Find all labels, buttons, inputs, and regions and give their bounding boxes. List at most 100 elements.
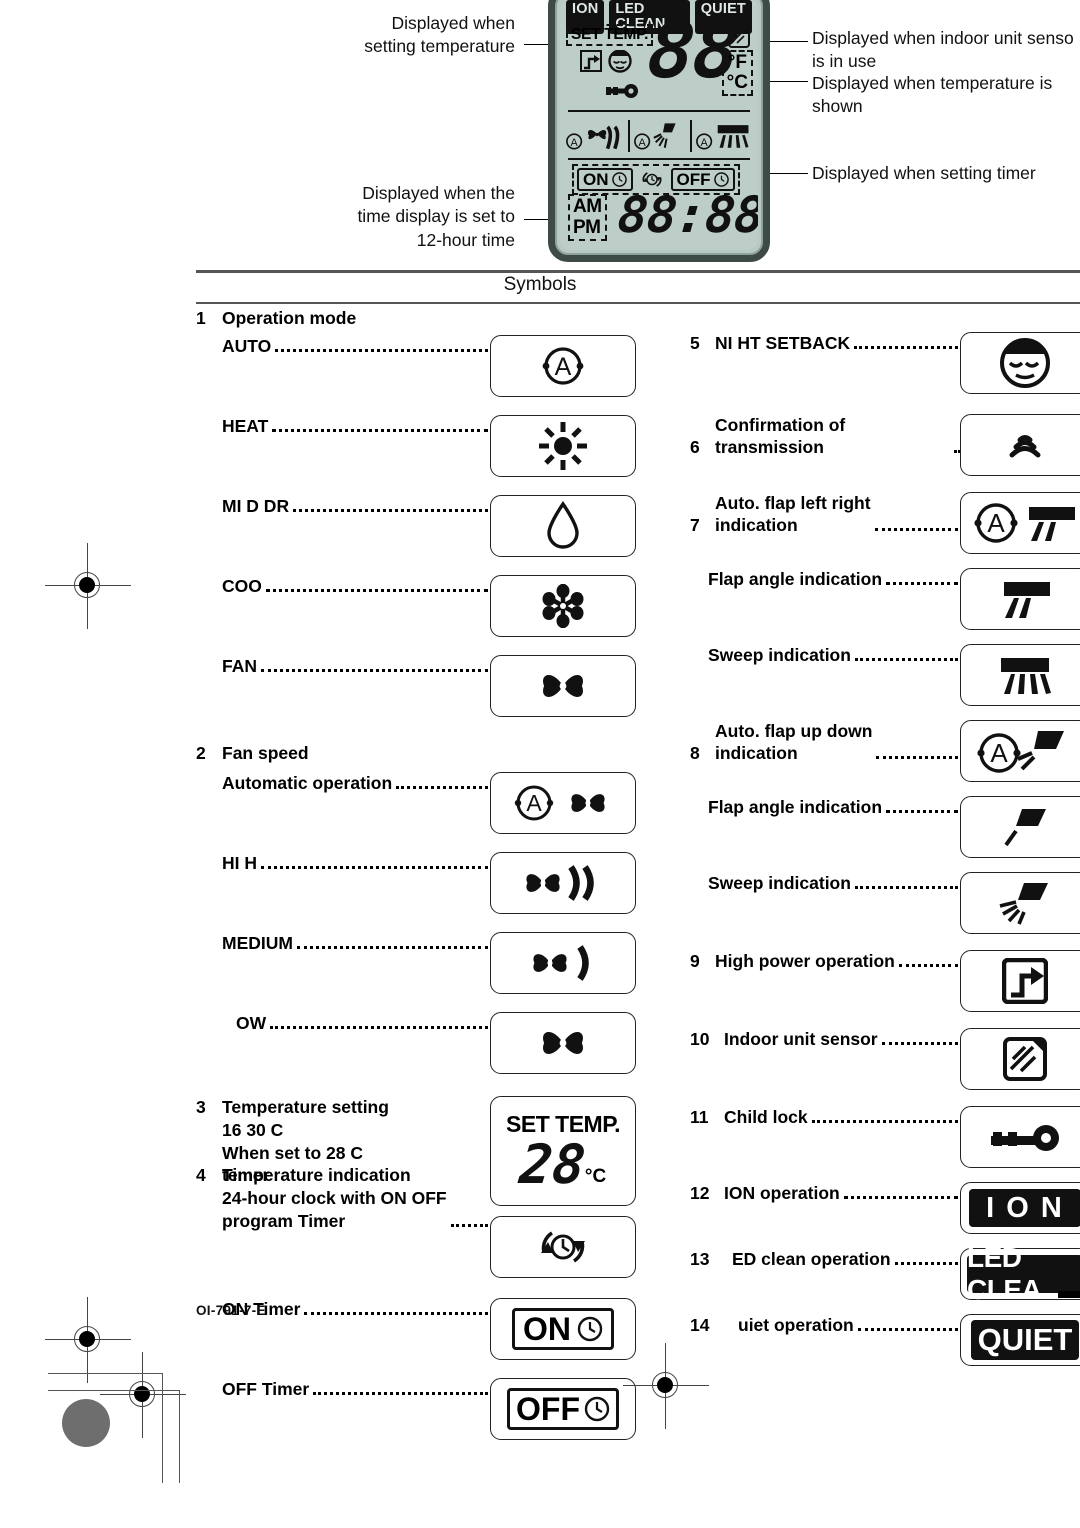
high-power-icon [580,50,602,72]
symbols-section-title: Symbols [503,274,577,295]
symbol-box-transmission [960,414,1080,476]
lcd-divider-v1 [627,120,630,152]
annotation-temp-shown: Displayed when temperature is shown [812,73,1053,117]
symbol-box-child-lock [960,1106,1080,1168]
symbol-box-program-timer [490,1216,636,1278]
symbol-box-fan-medium [490,932,636,994]
item-number-7: 7 [690,515,700,536]
leader-dots [857,1328,958,1332]
symbol-row-sweep-ud: Sweep indication [690,872,1080,934]
symbol-row-high-power: 9 High power operation [690,950,1080,1012]
item-number-12: 12 [690,1183,710,1203]
section-number: 2 [196,743,206,763]
lcd-clock-value: 88:88 [615,186,758,244]
registration-mark-left [45,543,131,629]
row-label-ion: ION operation [724,1183,840,1203]
symbols-rule-top [196,270,1080,273]
symbol-row-low: OW [196,1012,636,1074]
on-timer-icon: ON [512,1308,614,1350]
row-label-low: OW [236,1013,267,1033]
led-clean-badge-icon: LED CLEA [967,1242,1080,1305]
symbol-row-auto-flap-ud: 8 Auto. flap up down indication A [690,720,1080,782]
leader-dots [886,582,958,586]
section-number: 4 [196,1165,206,1185]
row-label-quiet: uiet operation [738,1315,854,1335]
fan-icon [543,675,583,697]
auto-flap-ud-icon: A [977,731,1064,773]
leader-dots [886,810,958,814]
svg-text:A: A [555,353,572,381]
symbol-box-quiet: QUIET [960,1314,1080,1366]
row-label-night-setback: NI HT SETBACK [715,333,851,353]
symbol-box-indoor-sensor [960,1028,1080,1090]
row-label-flap-angle-ud: Flap angle indication [708,797,883,817]
item-number-14: 14 [690,1315,710,1335]
lcd-screen: ION LED CLEAN QUIET SET TEMP. 88 °F °C A… [560,0,758,250]
document-code: OI-791-7-E [196,1303,266,1318]
clock-icon [713,172,729,187]
item-number-6: 6 [690,437,700,458]
symbol-box-fan-low [490,1012,636,1074]
row-label-mild-dry: MI D DR [222,496,290,516]
section-number: 1 [196,308,206,328]
lcd-unit-celsius: °C [726,71,748,93]
symbol-box-off-timer: OFF [490,1378,636,1440]
symbol-box-cool [490,575,636,637]
item-number-11: 11 [690,1107,709,1127]
sweep-lr-icon [1001,658,1051,694]
symbol-box-ion: I O N [960,1182,1080,1234]
symbol-row-flap-angle-ud: Flap angle indication [690,796,1080,858]
symbol-box-flap-angle-lr [960,568,1080,630]
lcd-pm-label: PM [573,216,601,238]
lcd-mini-icon-group [580,50,646,106]
symbol-box-sweep-lr [960,644,1080,706]
symbol-box-mild-dry [490,495,636,557]
leader-dots [265,589,488,593]
ion-badge-icon: I O N [969,1189,1080,1227]
row-label-auto-flap-lr: Auto. flap left right indication [715,493,871,536]
fan-high-icon [526,865,594,901]
row-label-off-timer: OFF Timer [222,1379,310,1399]
item-number-5: 5 [690,333,700,353]
svg-text:A: A [526,790,542,816]
symbol-row-heat: HEAT [196,415,636,477]
row-label-sweep-lr: Sweep indication [708,645,851,665]
leader-dots [811,1120,958,1124]
symbol-box-night-setback [960,332,1080,394]
program-timer-icon [541,1231,585,1263]
symbol-box-flap-angle-ud [960,796,1080,858]
auto-flap-lr-icon: A [974,503,1075,543]
item-number-13: 13 [690,1249,710,1269]
leader-dots [876,756,958,760]
lcd-divider-v2 [690,120,692,152]
row-label-auto-flap-ud: Auto. flap up down indication [715,721,873,764]
leader-dots [293,509,488,513]
manual-page: Displayed when setting temperature Displ… [0,0,1080,1528]
annotation-setting-timer: Displayed when setting timer [812,163,1036,183]
leader-dots [296,946,488,950]
symbol-row-indoor-sensor: 10 Indoor unit sensor [690,1028,1080,1090]
night-setback-face-icon [608,50,632,73]
symbol-row-child-lock: 11 Child lock [690,1106,1080,1168]
svg-text:A: A [987,508,1005,538]
row-label-flap-angle-lr: Flap angle indication [708,569,883,589]
lcd-on-timer-label: ON [583,170,609,189]
key-lock-icon [606,84,638,98]
auto-flap-lr-icon: A [696,125,749,150]
lcd-set-temp-tag: SET TEMP. [566,24,654,46]
crop-tick-right [1058,1291,1080,1298]
lcd-fan-flap-row: A A A [566,116,752,156]
leader-dots [843,1196,958,1200]
auto-mode-icon: A [542,347,584,385]
symbols-rule-bottom [196,302,1080,304]
symbol-row-mild-dry: MI D DR [196,495,636,557]
symbol-box-auto-fan: A [490,772,636,834]
item-number-10: 10 [690,1029,710,1049]
leader-dots [881,1042,958,1046]
leader-dots [261,669,488,673]
section-operation-mode: 1 Operation mode [196,308,636,329]
symbol-row-medium: MEDIUM [196,932,636,994]
symbol-box-auto-mode: A [490,335,636,397]
auto-flap-ud-icon: A [633,123,676,150]
symbols-right-column: 5 NI HT SETBACK 6 Confirmation of transm… [690,308,1080,1366]
